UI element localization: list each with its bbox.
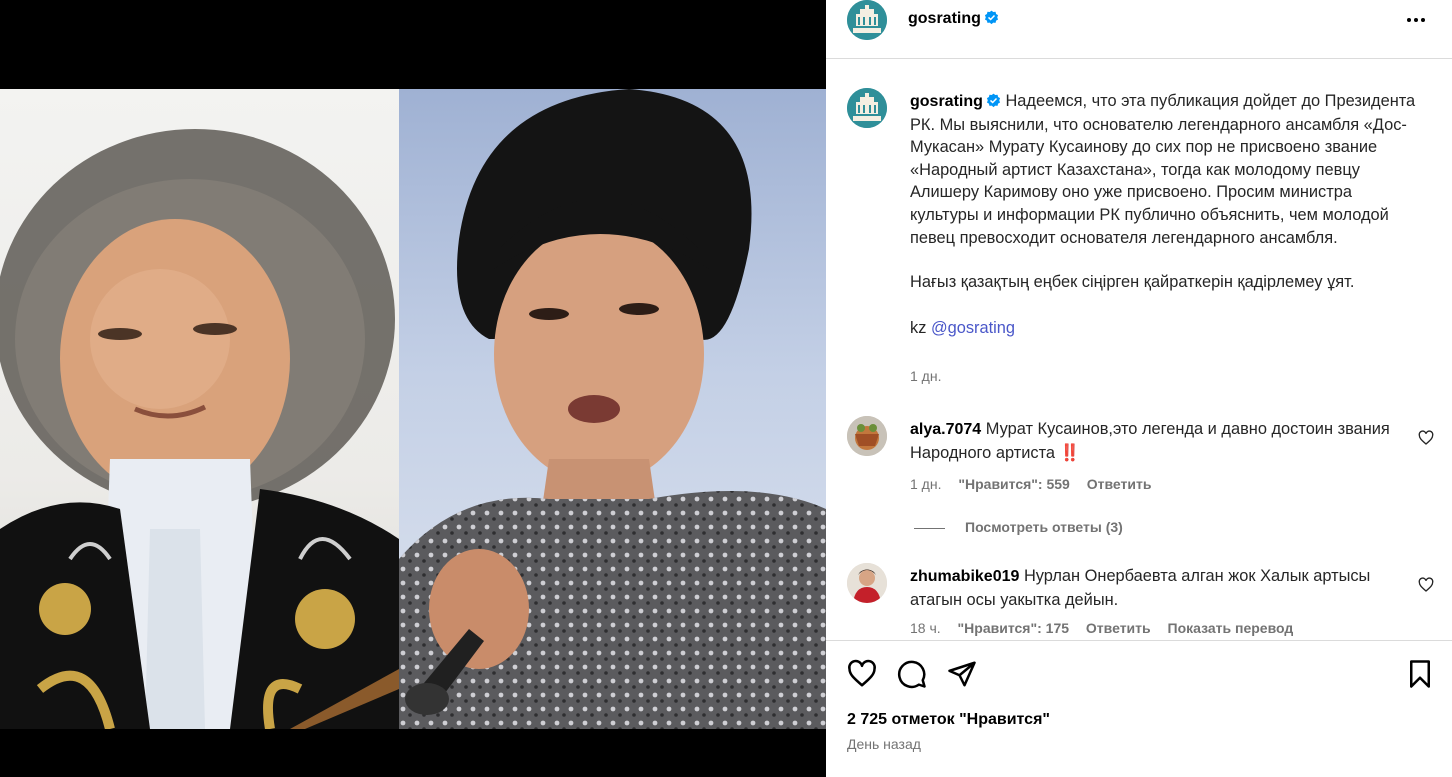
double-exclamation-emoji: ‼️ [1059,443,1080,462]
comment-time[interactable]: 1 дн. [910,476,941,492]
comment-text-block: zhumabike019 Нурлан Онербаевта алган жок… [910,565,1410,611]
reply-button[interactable]: Ответить [1086,620,1151,636]
comment-time[interactable]: 18 ч. [910,620,941,636]
post-media[interactable] [0,0,826,777]
gosrating-logo-icon [847,88,887,128]
more-options-icon[interactable] [1404,10,1428,30]
verified-badge-icon [986,93,1000,108]
post-panel: gosrating gosrating Надеемся, что эта пу… [826,0,1452,777]
comment-meta: 1 дн. "Нравится": 559 Ответить [910,476,1164,492]
caption-timestamp[interactable]: 1 дн. [910,368,941,384]
caption-text-kazakh: Нағыз қазақтың еңбек сіңірген қайраткері… [910,273,1355,292]
like-heart-icon[interactable] [847,659,877,689]
avatar-photo-icon [847,563,887,603]
comment-username[interactable]: zhumabike019 [910,568,1019,585]
comment-like-heart-icon[interactable] [1418,430,1434,446]
verified-badge-icon [984,10,998,25]
comment-username[interactable]: alya.7074 [910,421,981,438]
share-paper-plane-icon[interactable] [947,659,977,689]
post-date[interactable]: День назад [847,736,921,752]
comments-section[interactable]: gosrating Надеемся, что эта публикация д… [826,60,1452,640]
avatar-photo-icon [847,416,887,456]
show-translation-button[interactable]: Показать перевод [1168,620,1294,636]
caption-avatar[interactable] [847,88,887,128]
comment-text-block: alya.7074 Мурат Кусаинов,это легенда и д… [910,418,1410,464]
caption-lang-prefix: kz [910,318,931,337]
post-actions-bar [826,640,1452,777]
view-replies-button[interactable]: Посмотреть ответы (3) [914,519,1123,535]
save-bookmark-icon[interactable] [1405,659,1435,689]
reply-button[interactable]: Ответить [1087,476,1152,492]
comment-like-heart-icon[interactable] [1418,577,1434,593]
comment-text: Мурат Кусаинов,это легенда и давно досто… [910,420,1390,462]
header-username-block[interactable]: gosrating [908,10,999,28]
replies-divider [914,527,945,529]
caption-mention-link[interactable]: @gosrating [931,319,1015,337]
likes-count[interactable]: 2 725 отметок "Нравится" [847,711,1050,729]
post-photo-left [0,89,399,729]
photo-right-illustration [399,89,826,729]
view-replies-label[interactable]: Посмотреть ответы (3) [965,519,1123,535]
caption-mention-line: kz @gosrating [910,317,1420,340]
gosrating-avatar[interactable] [847,0,887,40]
header-username[interactable]: gosrating [908,10,981,27]
caption-text: Надеемся, что эта публикация дойдет до П… [910,92,1416,247]
comment-bubble-icon[interactable] [897,659,927,689]
post-caption: gosrating Надеемся, что эта публикация д… [910,90,1420,339]
post-header: gosrating [826,0,1452,59]
commenter-avatar[interactable] [847,416,887,456]
post-photo-right [399,89,826,729]
caption-username[interactable]: gosrating [910,93,983,110]
photo-left-illustration [0,129,399,729]
comment-likes[interactable]: "Нравится": 175 [958,620,1069,636]
comment-likes[interactable]: "Нравится": 559 [958,476,1069,492]
commenter-avatar[interactable] [847,563,887,603]
comment-meta: 18 ч. "Нравится": 175 Ответить Показать … [910,620,1306,636]
gosrating-logo-icon [847,0,887,40]
